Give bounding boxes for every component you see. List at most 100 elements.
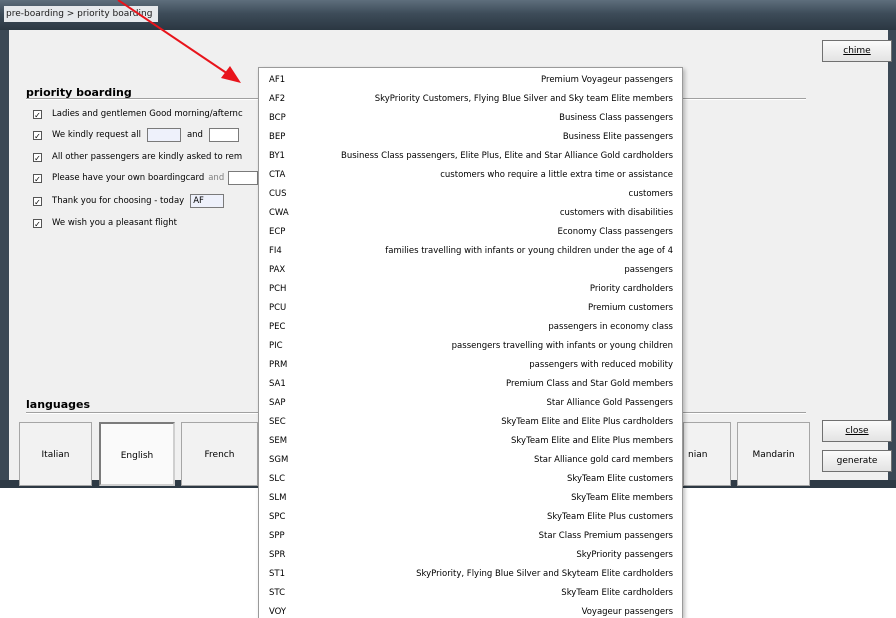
item-code: SLC [269, 474, 286, 484]
item-code: SA1 [269, 379, 286, 389]
generate-button[interactable]: generate [822, 450, 892, 472]
language-french[interactable]: French [181, 422, 258, 486]
airline-code-field[interactable]: AF [190, 194, 225, 208]
item-code: CTA [269, 170, 286, 180]
dropdown-item[interactable]: SPR SkyPriority passengers [259, 546, 682, 565]
item-description: Voyageur passengers [581, 607, 673, 617]
item-code: SEC [269, 417, 286, 427]
item-description: Business Class passengers, Elite Plus, E… [341, 151, 673, 161]
item-description: SkyPriority passengers [576, 550, 673, 560]
item-code: SPP [269, 531, 285, 541]
item-description: customers [628, 189, 673, 199]
language-italian[interactable]: Italian [19, 422, 92, 486]
row-label: Thank you for choosing - today [52, 196, 185, 206]
row-checkbox[interactable]: ✓ [33, 218, 42, 229]
item-description: passengers [624, 265, 673, 275]
boardingcard-field[interactable] [228, 171, 259, 185]
dropdown-item[interactable]: BEP Business Elite passengers [259, 128, 682, 147]
item-description: SkyPriority, Flying Blue Silver and Skyt… [416, 569, 673, 579]
item-code: BEP [269, 132, 286, 142]
close-button[interactable]: close [822, 420, 892, 442]
dropdown-item[interactable]: CTA customers who require a little extra … [259, 166, 682, 185]
chime-button[interactable]: chime [822, 40, 892, 62]
window-frame-left [0, 30, 9, 486]
priority-row: ✓ Ladies and gentlemen Good morning/afte… [33, 107, 243, 121]
dropdown-item[interactable]: SAP Star Alliance Gold Passengers [259, 394, 682, 413]
dropdown-item[interactable]: ST1 SkyPriority, Flying Blue Silver and S… [259, 565, 682, 584]
row-checkbox[interactable]: ✓ [33, 196, 42, 207]
item-code: CUS [269, 189, 287, 199]
item-code: PEC [269, 322, 286, 332]
language-mandarin[interactable]: Mandarin [737, 422, 810, 486]
dropdown-item[interactable]: PCU Premium customers [259, 299, 682, 318]
item-code: BCP [269, 113, 286, 123]
dropdown-item[interactable]: SEC SkyTeam Elite and Elite Plus cardhold… [259, 413, 682, 432]
item-description: customers who require a little extra tim… [440, 170, 673, 180]
dropdown-item[interactable]: BCP Business Class passengers [259, 109, 682, 128]
dropdown-item[interactable]: PRM passengers with reduced mobility [259, 356, 682, 375]
item-code: SEM [269, 436, 288, 446]
item-description: SkyTeam Elite Plus customers [546, 512, 673, 522]
dropdown-item[interactable]: PIC passengers travelling with infants or… [259, 337, 682, 356]
row-label: Please have your own boardingcard [52, 173, 205, 183]
row-checkbox[interactable]: ✓ [33, 109, 42, 120]
dropdown-item[interactable]: SPC SkyTeam Elite Plus customers [259, 508, 682, 527]
dropdown-item[interactable]: PEC passengers in economy class [259, 318, 682, 337]
priority-row: ✓ We kindly request all and [33, 128, 239, 142]
item-code: FI4 [269, 246, 282, 256]
dropdown-item[interactable]: PAX passengers [259, 261, 682, 280]
language-partial[interactable]: nian [683, 422, 731, 486]
dropdown-item[interactable]: AF2 SkyPriority Customers, Flying Blue Si… [259, 90, 682, 109]
dropdown-item[interactable]: SLC SkyTeam Elite customers [259, 470, 682, 489]
row-label: All other passengers are kindly asked to… [52, 152, 243, 162]
item-code: SPR [269, 550, 286, 560]
item-description: passengers in economy class [548, 322, 673, 332]
and-label: and [208, 173, 225, 183]
dropdown-item[interactable]: BY1 Business Class passengers, Elite Plus… [259, 147, 682, 166]
priority-row: ✓ We wish you a pleasant flight [33, 216, 177, 230]
dropdown-item[interactable]: CWA customers with disabilities [259, 204, 682, 223]
window-title: pre-boarding > priority boarding [4, 6, 159, 22]
row-label: We wish you a pleasant flight [52, 218, 177, 228]
dropdown-item[interactable]: STC SkyTeam Elite cardholders [259, 584, 682, 603]
item-description: Star Alliance gold card members [534, 455, 673, 465]
item-description: SkyTeam Elite and Elite Plus members [511, 436, 673, 446]
dropdown-item[interactable]: SLM SkyTeam Elite members [259, 489, 682, 508]
row-checkbox[interactable]: ✓ [33, 152, 42, 163]
dropdown-item[interactable]: CUS customers [259, 185, 682, 204]
item-code: SPC [269, 512, 286, 522]
item-code: STC [269, 588, 286, 598]
group-field-1[interactable] [146, 128, 181, 142]
item-description: Business Class passengers [559, 113, 673, 123]
row-label: We kindly request all [52, 130, 141, 140]
code-dropdown-list[interactable]: AF1 Premium Voyageur passengers AF2 SkyPrio… [258, 67, 683, 618]
item-code: SAP [269, 398, 286, 408]
and-label: and [186, 130, 203, 140]
dropdown-item[interactable]: SGM Star Alliance gold card members [259, 451, 682, 470]
item-code: BY1 [269, 151, 285, 161]
item-code: PAX [269, 265, 286, 275]
item-description: Economy Class passengers [557, 227, 673, 237]
dropdown-item[interactable]: SPP Star Class Premium passengers [259, 527, 682, 546]
dropdown-item[interactable]: SA1 Premium Class and Star Gold members [259, 375, 682, 394]
item-code: AF1 [269, 75, 286, 85]
dropdown-item[interactable]: VOY Voyageur passengers [259, 603, 682, 618]
item-code: ST1 [269, 569, 285, 579]
dropdown-item[interactable]: SEM SkyTeam Elite and Elite Plus members [259, 432, 682, 451]
language-english[interactable]: English [99, 422, 175, 486]
dropdown-item[interactable]: FI4 families travelling with infants or y… [259, 242, 682, 261]
row-checkbox[interactable]: ✓ [33, 173, 42, 184]
item-description: Premium Class and Star Gold members [506, 379, 673, 389]
row-label: Ladies and gentlemen Good morning/aftern… [52, 109, 243, 119]
dropdown-item[interactable]: AF1 Premium Voyageur passengers [259, 71, 682, 90]
item-description: passengers with reduced mobility [529, 360, 673, 370]
dropdown-item[interactable]: PCH Priority cardholders [259, 280, 682, 299]
dropdown-item[interactable]: ECP Economy Class passengers [259, 223, 682, 242]
item-description: Premium Voyageur passengers [541, 75, 673, 85]
group-field-2[interactable] [208, 128, 239, 142]
item-code: AF2 [269, 94, 286, 104]
row-checkbox[interactable]: ✓ [33, 130, 42, 141]
item-description: Star Class Premium passengers [538, 531, 673, 541]
item-description: SkyPriority Customers, Flying Blue Silve… [374, 94, 673, 104]
priority-row: ✓ Please have your own boardingcard and [33, 171, 259, 185]
